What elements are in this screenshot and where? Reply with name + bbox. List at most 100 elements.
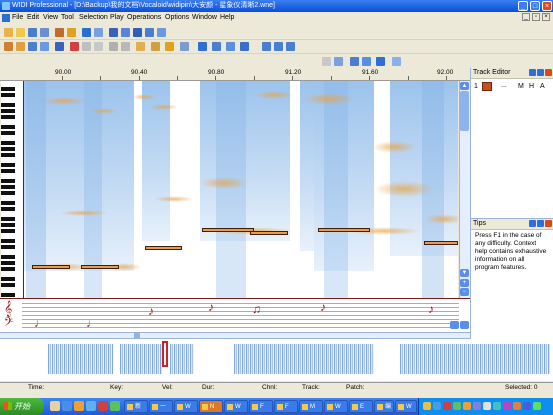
mdi-minimize-button[interactable]: _ <box>522 13 530 21</box>
menu-edit[interactable]: Edit <box>27 12 39 24</box>
score-zoom-in-icon[interactable] <box>450 321 459 329</box>
recognize-icon[interactable] <box>55 28 64 37</box>
zoom-in-v-icon[interactable]: + <box>460 279 469 287</box>
quicklaunch-firefox-icon[interactable] <box>74 401 84 411</box>
arrow-tool-icon[interactable] <box>16 42 25 51</box>
info-icon[interactable] <box>157 28 166 37</box>
settings-icon[interactable] <box>145 28 154 37</box>
score-note[interactable]: ♩ <box>34 317 46 329</box>
view-score-icon[interactable] <box>350 57 359 66</box>
midi-note[interactable] <box>318 228 370 232</box>
zoom-out-icon[interactable] <box>274 42 283 51</box>
select-tool-icon[interactable] <box>28 42 37 51</box>
tray-icon[interactable] <box>433 402 441 410</box>
taskbar-item[interactable]: 一 <box>149 400 173 413</box>
panel-pin-icon[interactable] <box>529 220 536 227</box>
panel-float-icon[interactable] <box>537 69 544 76</box>
quantize-icon[interactable] <box>165 42 174 51</box>
track-name-button[interactable]: ... <box>501 82 507 89</box>
properties-icon[interactable] <box>109 28 118 37</box>
tracks-icon[interactable] <box>121 28 130 37</box>
taskbar-item[interactable]: W <box>395 400 417 413</box>
zoom-fit-icon[interactable] <box>286 42 295 51</box>
import-icon[interactable] <box>82 28 91 37</box>
taskbar-item[interactable]: 新 <box>124 400 148 413</box>
midi-note[interactable] <box>81 265 119 269</box>
taskbar-item[interactable]: F <box>249 400 273 413</box>
overview-panel[interactable] <box>0 338 553 381</box>
copy-icon[interactable] <box>82 42 91 51</box>
track-color-swatch[interactable] <box>482 82 492 91</box>
taskbar-item[interactable]: W <box>324 400 348 413</box>
new-file-icon[interactable] <box>4 28 13 37</box>
menu-play[interactable]: Play <box>110 12 124 24</box>
view-spectrum-icon[interactable] <box>362 57 371 66</box>
overview-selection[interactable] <box>162 341 168 367</box>
panel-close-icon[interactable] <box>545 220 552 227</box>
midi-note[interactable] <box>424 241 458 245</box>
menu-tool[interactable]: Tool <box>61 12 74 24</box>
glue-tool-icon[interactable] <box>40 42 49 51</box>
tray-icon[interactable] <box>423 402 431 410</box>
taskbar-item[interactable]: M <box>299 400 323 413</box>
split-tool-icon[interactable] <box>55 42 64 51</box>
export-icon[interactable] <box>94 28 103 37</box>
taskbar-item[interactable]: 编 <box>374 400 394 413</box>
stop-icon[interactable] <box>240 42 249 51</box>
tray-icon[interactable] <box>473 402 481 410</box>
track-row[interactable]: 1 ... M H A <box>471 82 553 92</box>
tray-icon[interactable] <box>533 402 541 410</box>
document-icon[interactable] <box>2 14 10 22</box>
quicklaunch-app-icon[interactable] <box>86 401 96 411</box>
play-icon[interactable] <box>198 42 207 51</box>
score-note[interactable]: ♩ <box>86 317 98 329</box>
undo-icon[interactable] <box>109 42 118 51</box>
menu-view[interactable]: View <box>43 12 58 24</box>
save-as-icon[interactable] <box>40 28 49 37</box>
panel-close-icon[interactable] <box>545 69 552 76</box>
menu-window[interactable]: Window <box>192 12 217 24</box>
taskbar-item[interactable]: E <box>349 400 373 413</box>
maximize-button[interactable]: □ <box>530 1 540 11</box>
view-options-icon[interactable] <box>392 57 401 66</box>
quicklaunch-app-icon[interactable] <box>98 401 108 411</box>
midi-note[interactable] <box>32 265 70 269</box>
clipboard-icon[interactable] <box>136 42 145 51</box>
redo-icon[interactable] <box>121 42 130 51</box>
minimize-button[interactable]: _ <box>518 1 528 11</box>
scroll-down-icon[interactable]: ▼ <box>460 269 469 277</box>
score-note[interactable]: ♪ <box>148 305 154 317</box>
active-button[interactable]: A <box>540 83 545 90</box>
piano-keyboard[interactable] <box>1 81 24 298</box>
tray-icon[interactable] <box>513 402 521 410</box>
view-notes-icon[interactable] <box>334 57 343 66</box>
quicklaunch-app-icon[interactable] <box>110 401 120 411</box>
panel-pin-icon[interactable] <box>529 69 536 76</box>
midi-note[interactable] <box>145 246 182 250</box>
spectrogram-grid[interactable] <box>24 81 458 298</box>
taskbar-item-active[interactable]: N <box>199 400 223 413</box>
menu-file[interactable]: File <box>12 12 23 24</box>
view-grid-icon[interactable] <box>322 57 331 66</box>
mdi-close-button[interactable]: × <box>542 13 550 21</box>
menu-help[interactable]: Help <box>220 12 234 24</box>
zoom-in-icon[interactable] <box>262 42 271 51</box>
vertical-scrollbar[interactable]: ▲ ▼ + − <box>459 81 470 298</box>
mixer-icon[interactable] <box>133 28 142 37</box>
tray-icon[interactable] <box>483 402 491 410</box>
view-wave-icon[interactable] <box>376 57 385 66</box>
menu-selection[interactable]: Selection <box>79 12 108 24</box>
midi-note[interactable] <box>250 231 288 235</box>
panel-float-icon[interactable] <box>537 220 544 227</box>
transpose-icon[interactable] <box>151 42 160 51</box>
scroll-up-icon[interactable]: ▲ <box>460 82 469 90</box>
scroll-thumb[interactable] <box>460 91 469 131</box>
tray-icon[interactable] <box>523 402 531 410</box>
play-selection-icon[interactable] <box>212 42 221 51</box>
score-note[interactable]: ♪ <box>428 303 434 315</box>
menu-operations[interactable]: Operations <box>127 12 161 24</box>
menu-options[interactable]: Options <box>165 12 189 24</box>
wizard-icon[interactable] <box>67 28 76 37</box>
start-button[interactable]: 开始 <box>0 398 44 415</box>
score-zoom-out-icon[interactable] <box>460 321 469 329</box>
